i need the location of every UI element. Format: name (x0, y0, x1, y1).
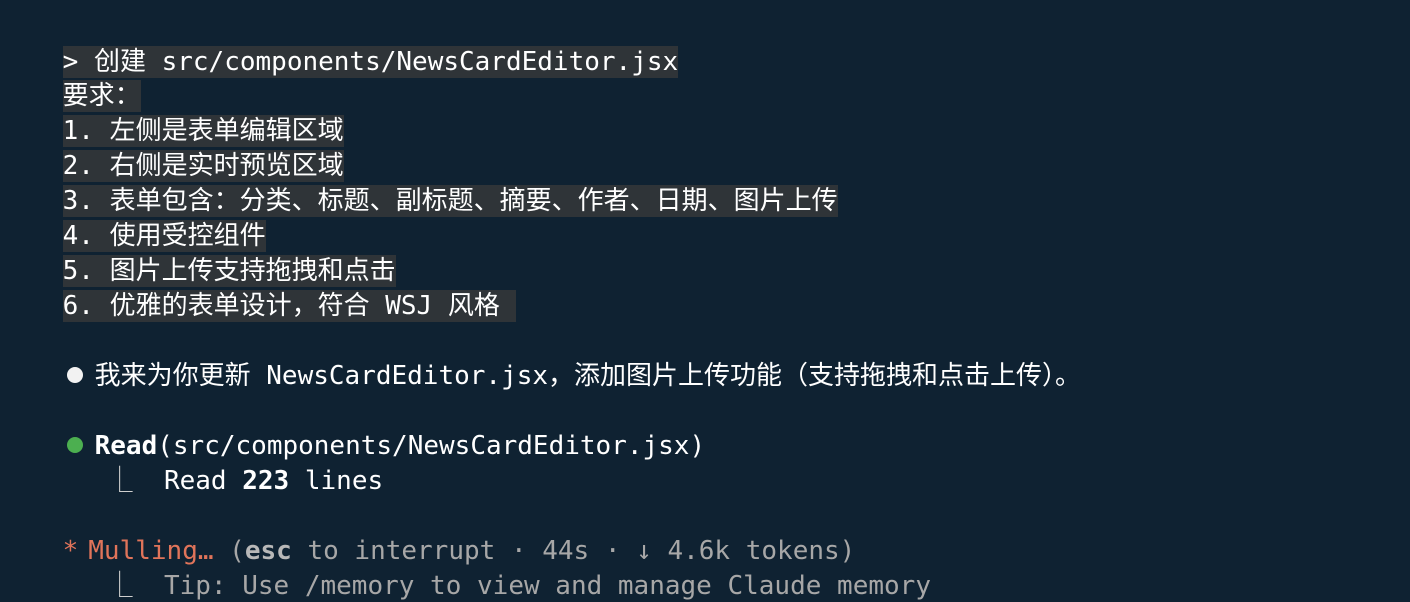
requirement-item-1: 1. 左侧是表单编辑区域 (0, 83, 344, 147)
requirements-label-line: 要求： (0, 48, 141, 112)
assistant-message: 我来为你更新 NewsCardEditor.jsx，添加图片上传功能（支持拖拽和… (94, 361, 1082, 391)
assistant-message-line: 我来为你更新 NewsCardEditor.jsx，添加图片上传功能（支持拖拽和… (0, 328, 1081, 391)
requirement-item-2: 2. 右侧是实时预览区域 (0, 118, 344, 182)
message-bullet-icon (66, 366, 83, 383)
tool-result-suffix: lines (289, 466, 384, 496)
tool-result-count: 223 (242, 466, 290, 496)
tool-result-line: ⎿ Read 223 lines (0, 433, 384, 496)
tip-elbow-icon: ⎿ (106, 571, 133, 601)
requirement-item-3: 3. 表单包含：分类、标题、副标题、摘要、作者、日期、图片上传 (0, 153, 838, 217)
prompt-line: > 创建 src/components/NewsCardEditor.jsx (0, 14, 679, 78)
prompt-highlight: > 创建 src/components/NewsCardEditor.jsx (62, 46, 679, 78)
elbow-connector-icon: ⎿ (106, 466, 133, 496)
tip-text: Tip: Use /memory to view and manage Clau… (163, 571, 931, 601)
terminal-window: > 创建 src/components/NewsCardEditor.jsx 要… (0, 0, 1410, 602)
requirement-item-6: 6. 优雅的表单设计，符合 WSJ 风格 (0, 258, 516, 322)
prompt-title: 创建 src/components/NewsCardEditor.jsx (93, 47, 679, 77)
tip-line: ⎿ Tip: Use /memory to view and manage Cl… (0, 538, 931, 601)
requirement-item-5: 5. 图片上传支持拖拽和点击 (0, 223, 396, 287)
requirement-item-4: 4. 使用受控组件 (0, 188, 266, 252)
requirement-text: 6. 优雅的表单设计，符合 WSJ 风格 (62, 290, 516, 322)
status-line: * Mulling… (esc to interrupt · 44s · ↓ 4.… (0, 503, 856, 566)
tool-call-line: Read(src/components/NewsCardEditor.jsx) (0, 398, 705, 461)
tool-result-prefix: Read (163, 466, 243, 496)
